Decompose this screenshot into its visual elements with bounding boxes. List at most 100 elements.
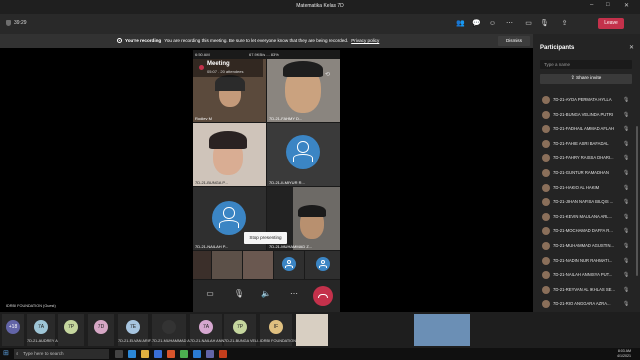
maximize-icon[interactable]: □ [606,2,610,8]
participant-row[interactable]: 7D-21-GUNTUR RAMADHAN 🎙 [533,165,640,181]
mini-tile [274,251,304,279]
privacy-policy-link[interactable]: Privacy policy [351,38,379,43]
mic-muted-icon: 🎙 [623,126,630,133]
participant-row[interactable]: 7D-21-AYDA PERMATA HYLLA 🎙 [533,92,640,108]
mic-muted-icon: 🎙 [623,155,630,162]
close-icon[interactable]: ✕ [624,2,629,9]
participant-name: 7D-21-HAKIO AL HAKIM [553,184,600,190]
participant-search-input[interactable]: Type a name [540,60,632,69]
camera-switch-icon[interactable]: ⟲ [325,71,330,78]
end-call-button[interactable] [313,286,333,306]
speaker-icon[interactable]: 🔈 [260,289,272,298]
participant-avatar [542,96,550,104]
participant-row[interactable]: 7D-21-RIO ANGGARA AZRA... 🎙 [533,296,640,312]
windows-taskbar: ⊞ ⌕ Type here to search 8:03 AM 4/1/2021 [0,348,640,360]
office-icon[interactable] [167,350,175,358]
dismiss-button[interactable]: Dismiss [498,36,530,46]
strip-tile[interactable]: 7P [58,314,84,346]
participant-row[interactable]: 7D-21-HAKIO AL HAKIM 🎙 [533,180,640,196]
participant-row[interactable]: 7D-21-BUNGA VELINDA PUTRI 🎙 [533,107,640,123]
record-indicator-icon [199,65,204,70]
strip-tile[interactable]: IF IDRBI FOUNDATION (Guest) [260,314,310,346]
camera-icon[interactable]: ▭ [524,19,533,28]
participant-row[interactable]: 7D-21-FADHAIL AMMAD AFLAH 🎙 [533,121,640,137]
store-icon[interactable] [154,350,162,358]
share-icon[interactable]: ⇪ [560,19,569,28]
mic-icon[interactable]: 🎙 [233,289,245,298]
participant-avatar [542,227,550,236]
tile-name: 7D-21-MUHAMMAD Z... [269,244,313,249]
participant-row[interactable]: 7D-21-JIHAN NAFISA BILQIS ... 🎙 [533,194,640,210]
windows-start-icon[interactable]: ⊞ [3,350,9,358]
participant-name: 7D-21-MOCHAMAD DAFFA R... [553,228,613,234]
taskbar-search-input[interactable]: ⌕ Type here to search [14,349,109,359]
record-icon [117,38,122,43]
video-off-icon[interactable]: ▭ [204,289,216,298]
clock-date: 4/1/2021 [617,354,631,358]
meeting-subtitle: 05:07 . 20 attendees [207,69,244,74]
meeting-header: Meeting 05:07 . 20 attendees [193,59,263,77]
participant-row[interactable]: 7D-21-MOCHAMAD DAFFA R... 🎙 [533,223,640,239]
people-icon[interactable]: 👥 [456,19,465,28]
participant-scrollbar[interactable] [636,126,638,276]
minimize-icon[interactable]: – [590,2,593,8]
participant-row[interactable]: 7D-21-FAHIE ASRI BAFADAL 🎙 [533,136,640,152]
strip-tile[interactable]: 7E 7D-21-ELVAN ARIF... [118,314,154,346]
participant-avatar [542,169,550,177]
recording-title: You're recording [125,38,162,43]
mic-muted-icon: 🎙 [623,257,630,264]
strip-tile[interactable]: 7P 7D-21-BUNGA VELI... [224,314,261,346]
file-explorer-icon[interactable] [141,350,149,358]
mic-muted-icon: 🎙 [623,199,630,206]
avatar-icon [282,257,296,271]
strip-avatar: IF [269,320,283,334]
tile-name: Rodiev M [195,116,212,121]
strip-tile[interactable] [414,314,470,346]
participant-row[interactable]: 7D-21-FAHRY RAISSA DHARI... 🎙 [533,150,640,166]
strip-tile[interactable]: +18 [2,314,24,346]
chrome-icon[interactable] [180,350,188,358]
strip-tile[interactable]: 7A 7D-21-NAILAH ANN... [190,314,227,346]
strip-tile[interactable]: 7D [88,314,114,346]
participant-row[interactable]: 7D-21-KEVIN MAULANA ARL... 🎙 [533,209,640,225]
participant-row[interactable]: 7D-21-NADIN NUR RAHMATI... 🎙 [533,253,640,269]
participant-avatar [542,271,550,280]
meeting-timer: 39:29 [6,20,27,26]
close-panel-icon[interactable]: ✕ [629,44,634,51]
participant-row[interactable]: 7D-21-NAILAH ANNISYA PUT... 🎙 [533,267,640,283]
participant-avatar [542,183,550,192]
strip-tile[interactable]: 7D-21-MUHAMMAD A... [152,314,193,346]
strip-tile[interactable]: 7A 7D-21-AUDREY ARLI... [27,314,67,346]
participant-name: 7D-21-BUNGA VELINDA PUTRI [553,111,614,117]
participant-avatar [542,300,550,309]
participant-row[interactable]: 7D-21-REYVAN AL IKHLAS SE... 🎙 [533,282,640,298]
stop-presenting-button[interactable]: Stop presenting [244,232,287,244]
taskbar-clock[interactable]: 8:03 AM 4/1/2021 [603,349,631,359]
local-participant-label: IDRBI FOUNDATION (Guest) [6,304,56,308]
mini-tile [243,251,273,279]
more-options-icon[interactable]: ⋯ [288,289,300,298]
task-view-icon[interactable] [115,350,123,358]
avatar-icon [212,201,246,235]
timer-text: 39:29 [14,20,27,26]
mic-icon[interactable]: 🎙 [540,19,549,28]
strip-avatar: 7P [64,320,78,334]
mic-muted-icon: 🎙 [623,286,630,293]
edge-icon[interactable] [128,350,136,358]
participant-avatar [542,242,550,250]
leave-label: Leave [604,20,618,26]
participant-avatar [542,125,550,134]
tile-name: 7D-21-ILMIYUR R... [269,180,305,185]
share-invite-button[interactable]: ⇪ Share invite [540,74,632,84]
participant-name: 7D-21-MUHAMMAD AGUSTIN... [553,243,614,248]
leave-button[interactable]: Leave [598,18,624,29]
powerpoint-icon[interactable] [219,350,227,358]
strip-name: 7D-21-ELVAN ARIF... [118,339,154,343]
more-icon[interactable]: ⋯ [505,19,514,28]
word-icon[interactable] [193,350,201,358]
reactions-icon[interactable]: ☺ [488,19,497,28]
strip-tile[interactable] [296,314,328,346]
participant-row[interactable]: 7D-21-MUHAMMAD AGUSTIN... 🎙 [533,238,640,254]
chat-icon[interactable]: 💬 [472,19,481,28]
teams-icon[interactable] [206,350,214,358]
